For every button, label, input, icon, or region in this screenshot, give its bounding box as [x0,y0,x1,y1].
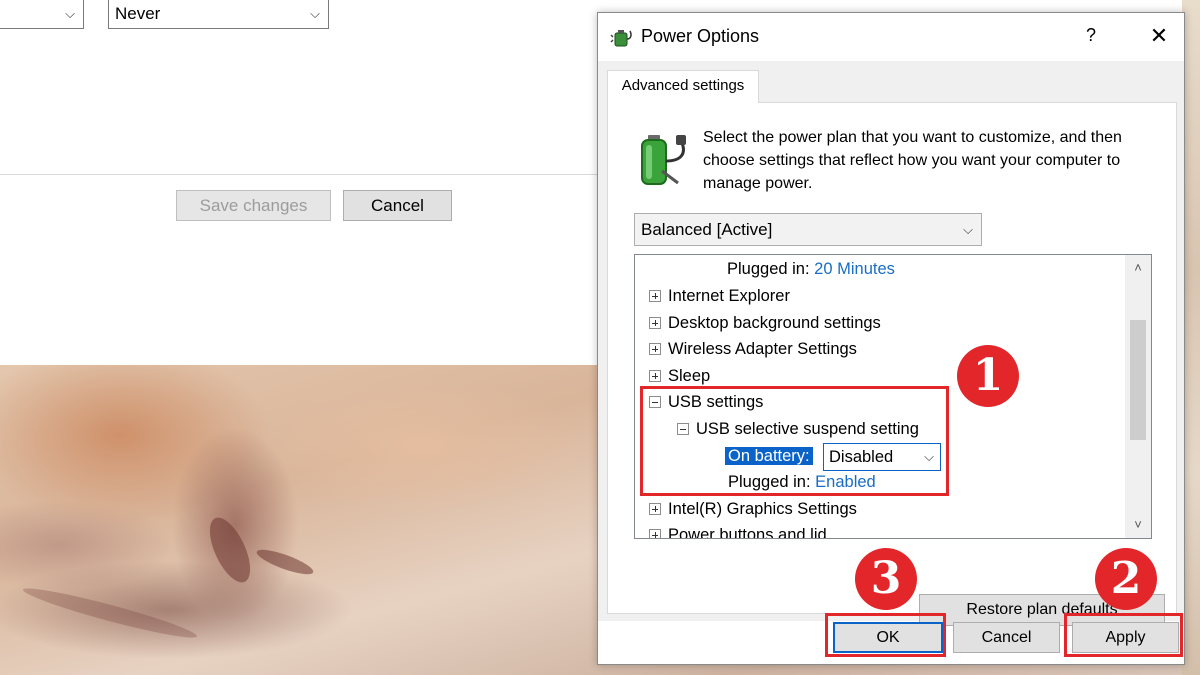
setting-label: Plugged in: [727,260,810,278]
help-button[interactable]: ? [1076,25,1106,49]
tree-item-label: Sleep [668,367,711,385]
highlight-apply-button [1064,613,1183,657]
plus-expander-icon[interactable] [649,503,661,515]
plus-expander-icon[interactable] [649,317,661,329]
setting-value-link[interactable]: 20 Minutes [814,260,895,278]
tree-item-power-buttons[interactable]: Power buttons and lid [649,522,827,539]
save-changes-button[interactable]: Save changes [176,190,331,221]
panel-description: Select the power plan that you want to c… [703,129,1122,192]
wallpaper-stroke [254,545,316,579]
highlight-ok-button [825,613,946,657]
power-options-icon [610,30,632,47]
wallpaper-stroke [201,511,259,589]
plus-expander-icon[interactable] [649,370,661,382]
cancel-button[interactable]: Cancel [343,190,452,221]
wallpaper-stroke [20,581,200,645]
on-battery-sleep-select[interactable]: ⌵ [0,0,84,29]
plus-expander-icon[interactable] [649,529,661,538]
scroll-up-icon[interactable]: ˄ [1125,255,1151,281]
dialog-title: Power Options [641,26,760,46]
scroll-down-icon[interactable]: ˅ [1125,512,1151,538]
tab-advanced-settings[interactable]: Advanced settings [607,70,759,103]
select-value: Balanced [Active] [641,220,773,239]
edit-plan-settings-window: ⌵ Never ⌵ Save changes Cancel [0,0,598,365]
step-badge-3: 3 [855,548,917,610]
chevron-down-icon: ⌵ [963,222,973,237]
tree-item-label: Intel(R) Graphics Settings [668,500,857,518]
step-badge-1: 1 [957,345,1019,407]
tree-item-internet-explorer[interactable]: Internet Explorer [649,283,790,309]
step-badge-2: 2 [1095,548,1157,610]
title-bar: Power Options ? ✕ [598,13,1184,61]
advanced-settings-panel: Select the power plan that you want to c… [607,102,1177,626]
battery-plug-icon [641,135,686,185]
chevron-down-icon: ⌵ [310,6,320,21]
power-plan-select[interactable]: Balanced [Active] ⌵ [634,213,982,246]
chevron-down-icon: ⌵ [65,6,75,21]
tree-item-wireless-adapter[interactable]: Wireless Adapter Settings [649,336,857,362]
dialog-body: Advanced settings Select the power plan … [598,61,1184,626]
tree-item-label: Wireless Adapter Settings [668,340,857,358]
tree-item-label: Internet Explorer [668,287,790,305]
highlight-usb-settings [640,386,949,496]
scroll-thumb[interactable] [1130,320,1146,440]
tree-scrollbar[interactable]: ˄ ˅ [1125,255,1151,538]
tree-item-intel-graphics[interactable]: Intel(R) Graphics Settings [649,496,857,522]
select-value: Never [115,4,161,23]
plugged-in-sleep-select[interactable]: Never ⌵ [108,0,329,29]
tree-item-label: Desktop background settings [668,314,881,332]
tree-item-desktop-background[interactable]: Desktop background settings [649,310,881,336]
tree-item-label: Power buttons and lid [668,526,827,539]
plus-expander-icon[interactable] [649,343,661,355]
divider [0,174,598,175]
close-button[interactable]: ✕ [1142,21,1176,51]
cancel-button[interactable]: Cancel [953,622,1060,653]
plus-expander-icon[interactable] [649,290,661,302]
tree-item-plugged-in: Plugged in: 20 Minutes [727,256,895,282]
